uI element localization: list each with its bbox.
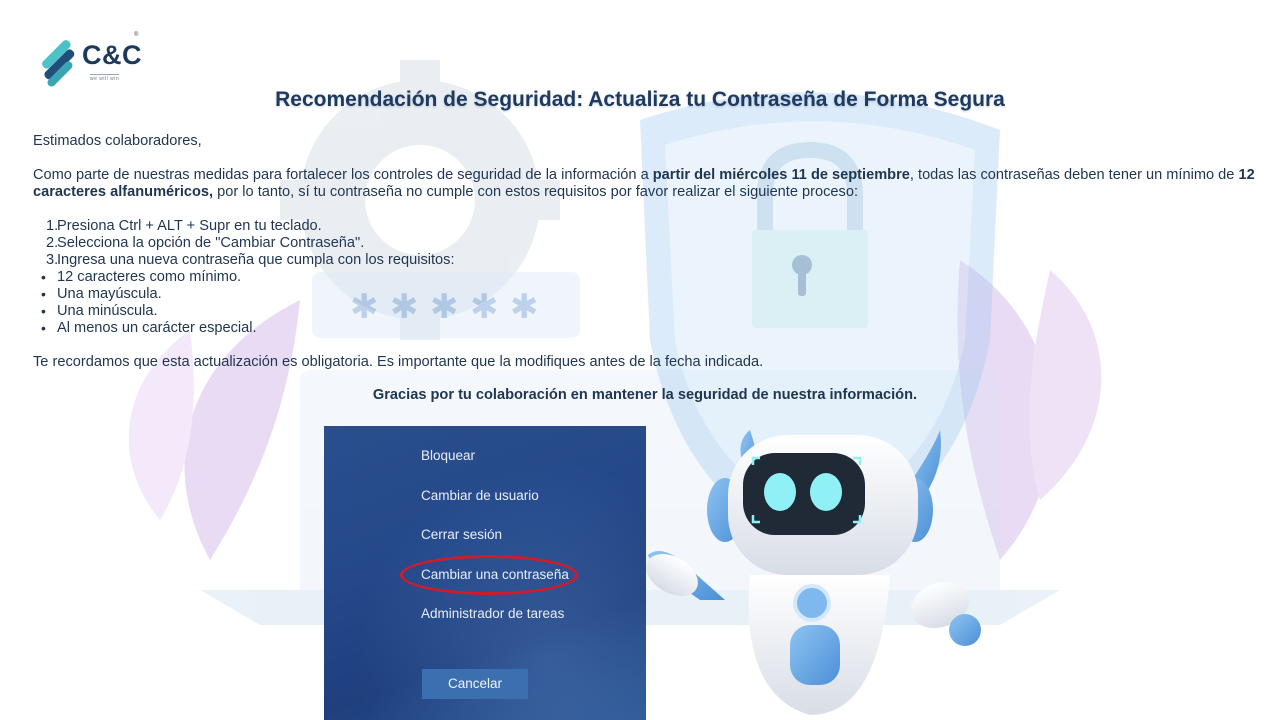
option-administrador-tareas: Administrador de tareas bbox=[421, 606, 565, 621]
intro-text-3: por lo tanto, sí tu contraseña no cumple… bbox=[213, 184, 858, 200]
page-title: Recomendación de Seguridad: Actualiza tu… bbox=[275, 88, 1005, 111]
robot-mascot-icon bbox=[646, 430, 981, 715]
logo-mark-icon bbox=[42, 40, 75, 87]
list-item: 2. Selecciona la opción de "Cambiar Contr… bbox=[46, 235, 365, 251]
intro-text-2: , todas las contraseñas deben tener un m… bbox=[909, 167, 1239, 183]
thanks-text: Gracias por tu colaboración en mantener … bbox=[372, 387, 918, 403]
option-cambiar-usuario: Cambiar de usuario bbox=[421, 488, 539, 503]
list-item: 12 caracteres como mínimo. bbox=[33, 269, 257, 286]
option-bloquear: Bloquear bbox=[421, 448, 476, 463]
list-item: Al menos un carácter especial. bbox=[33, 320, 257, 337]
highlight-circle bbox=[400, 555, 578, 595]
company-logo: C&C ® we will win bbox=[34, 32, 144, 88]
intro-date: partir del miércoles 11 de septiembre bbox=[652, 167, 910, 183]
list-item: Una minúscula. bbox=[33, 303, 257, 320]
greeting: Estimados colaboradores, bbox=[33, 133, 202, 149]
list-item: 3. Ingresa una nueva contraseña que cumpl… bbox=[46, 252, 455, 268]
intro-paragraph: Como parte de nuestras medidas para fort… bbox=[33, 167, 1261, 201]
cancel-button: Cancelar bbox=[422, 669, 528, 699]
option-cerrar-sesion: Cerrar sesión bbox=[421, 527, 503, 542]
list-item: Una mayúscula. bbox=[33, 286, 257, 303]
requirements-list: 12 caracteres como mínimo. Una mayúscula… bbox=[33, 269, 257, 337]
intro-text-1: Como parte de nuestras medidas para fort… bbox=[33, 167, 653, 183]
steps-list: 1. Presiona Ctrl + ALT + Supr en tu tecla… bbox=[33, 218, 455, 269]
list-item: 1. Presiona Ctrl + ALT + Supr en tu tecla… bbox=[46, 218, 322, 234]
reminder-text: Te recordamos que esta actualización es … bbox=[33, 354, 764, 370]
logo-tagline: we will win bbox=[90, 74, 120, 82]
logo-wordmark: C&C bbox=[82, 40, 142, 70]
registered-mark: ® bbox=[134, 32, 139, 38]
security-options-screenshot: Bloquear Cambiar de usuario Cerrar sesió… bbox=[324, 426, 646, 720]
